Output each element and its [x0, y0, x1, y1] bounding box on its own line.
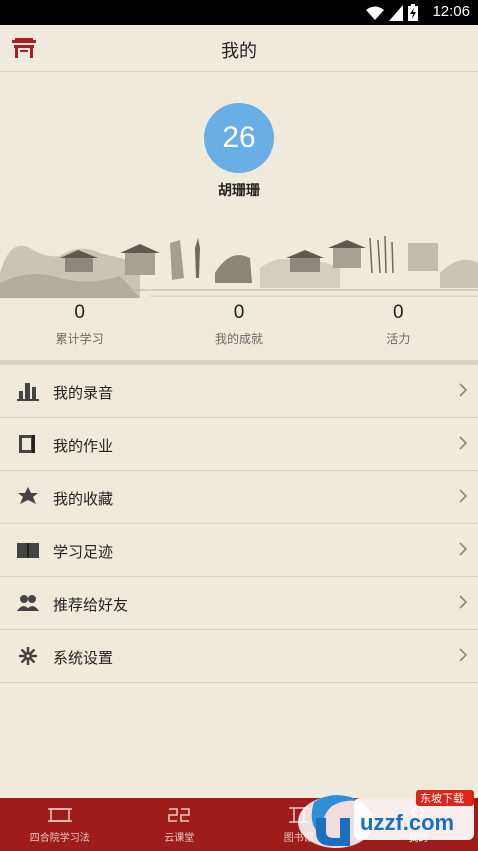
uzzf-watermark-logo: uzzf.com 东坡下载	[298, 790, 474, 848]
menu-item-learning-history[interactable]: 学习足迹	[0, 524, 478, 577]
stat-label: 我的成就	[214, 332, 263, 346]
chevron-right-icon	[459, 648, 468, 662]
menu-item-recommend[interactable]: 推荐给好友	[0, 577, 478, 630]
stat-value: 0	[74, 302, 85, 323]
cloud-class-icon	[168, 808, 190, 822]
users-icon	[17, 595, 39, 611]
menu-label: 推荐给好友	[53, 596, 129, 614]
menu-label: 我的收藏	[53, 490, 114, 508]
app-bar: 我的	[0, 25, 478, 72]
battery-icon	[408, 4, 418, 21]
menu-item-settings[interactable]: 系统设置	[0, 630, 478, 683]
menu-item-homework[interactable]: 我的作业	[0, 418, 478, 471]
username: 胡珊珊	[218, 183, 260, 199]
tab-label: 四合院学习法	[29, 833, 90, 844]
stat-total-study[interactable]: 0 累计学习	[0, 302, 159, 352]
signal-icon	[389, 4, 403, 21]
tab-courtyard-method[interactable]: 四合院学习法	[0, 798, 120, 851]
audio-icon	[17, 383, 39, 401]
menu-label: 我的录音	[53, 384, 114, 402]
menu-item-recordings[interactable]: 我的录音	[0, 365, 478, 418]
stat-value: 0	[393, 302, 404, 323]
chevron-right-icon	[459, 383, 468, 397]
open-book-icon	[17, 543, 39, 558]
stats-row: 0 累计学习 0 我的成就 0 活力	[0, 302, 478, 352]
chevron-right-icon	[459, 436, 468, 450]
chevron-right-icon	[459, 595, 468, 609]
stat-label: 活力	[386, 332, 411, 346]
gear-icon	[19, 647, 37, 665]
chevron-right-icon	[459, 489, 468, 503]
ink-landscape-illustration	[0, 235, 478, 298]
menu-label: 学习足迹	[53, 543, 114, 561]
stat-value: 0	[233, 302, 245, 323]
status-icons	[366, 4, 418, 21]
tab-cloud-class[interactable]: 云课堂	[120, 798, 240, 851]
chevron-right-icon	[459, 542, 468, 556]
stat-label: 累计学习	[55, 332, 104, 346]
watermark-text: uzzf.com	[360, 810, 454, 835]
menu-label: 我的作业	[53, 437, 114, 455]
book-icon	[19, 435, 35, 453]
star-icon	[18, 487, 38, 504]
tab-label: 云课堂	[164, 833, 195, 844]
profile-section: 26 胡珊珊 0 累计学习 0 我的成就 0 活力	[0, 73, 478, 360]
stat-vitality[interactable]: 0 活力	[319, 302, 478, 352]
status-bar: 12:06	[0, 0, 478, 25]
wifi-icon	[366, 6, 384, 20]
avatar[interactable]: 26	[204, 103, 274, 173]
watermark-sub: 东坡下载	[420, 792, 464, 805]
page-title: 我的	[221, 41, 257, 62]
menu-item-favorites[interactable]: 我的收藏	[0, 471, 478, 524]
menu-list: 我的录音 我的作业 我的收藏 学习足迹 推荐给好友 系统设置	[0, 365, 478, 683]
frame-icon	[47, 808, 72, 822]
status-time: 12:06	[432, 3, 470, 20]
stat-achievements[interactable]: 0 我的成就	[159, 302, 318, 352]
menu-label: 系统设置	[53, 649, 114, 667]
